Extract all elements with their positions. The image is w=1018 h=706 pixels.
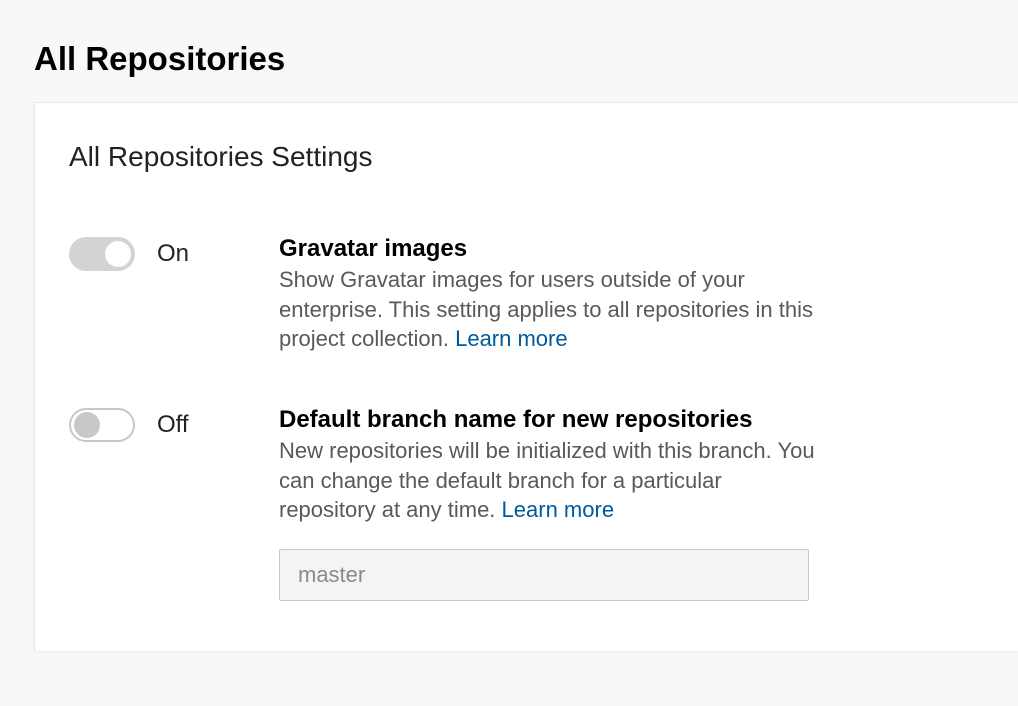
gravatar-content: Gravatar images Show Gravatar images for… [279, 235, 819, 354]
card-title: All Repositories Settings [69, 141, 984, 173]
gravatar-toggle-label: On [157, 240, 189, 268]
gravatar-description: Show Gravatar images for users outside o… [279, 265, 819, 354]
page-title: All Repositories [0, 0, 1018, 102]
gravatar-learn-more-link[interactable]: Learn more [455, 326, 568, 351]
default-branch-content: Default branch name for new repositories… [279, 406, 819, 601]
toggle-knob [105, 241, 131, 267]
default-branch-title: Default branch name for new repositories [279, 406, 819, 434]
default-branch-toggle-label: Off [157, 411, 189, 439]
settings-card: All Repositories Settings On Gravatar im… [34, 102, 1018, 651]
toggle-knob [74, 412, 100, 438]
default-branch-toggle-col: Off [69, 406, 279, 442]
gravatar-toggle[interactable] [69, 237, 135, 271]
default-branch-input[interactable] [279, 549, 809, 601]
default-branch-description: New repositories will be initialized wit… [279, 436, 819, 525]
default-branch-learn-more-link[interactable]: Learn more [502, 497, 615, 522]
gravatar-setting-row: On Gravatar images Show Gravatar images … [69, 235, 984, 354]
default-branch-toggle[interactable] [69, 408, 135, 442]
gravatar-toggle-col: On [69, 235, 279, 271]
default-branch-setting-row: Off Default branch name for new reposito… [69, 406, 984, 601]
gravatar-title: Gravatar images [279, 235, 819, 263]
